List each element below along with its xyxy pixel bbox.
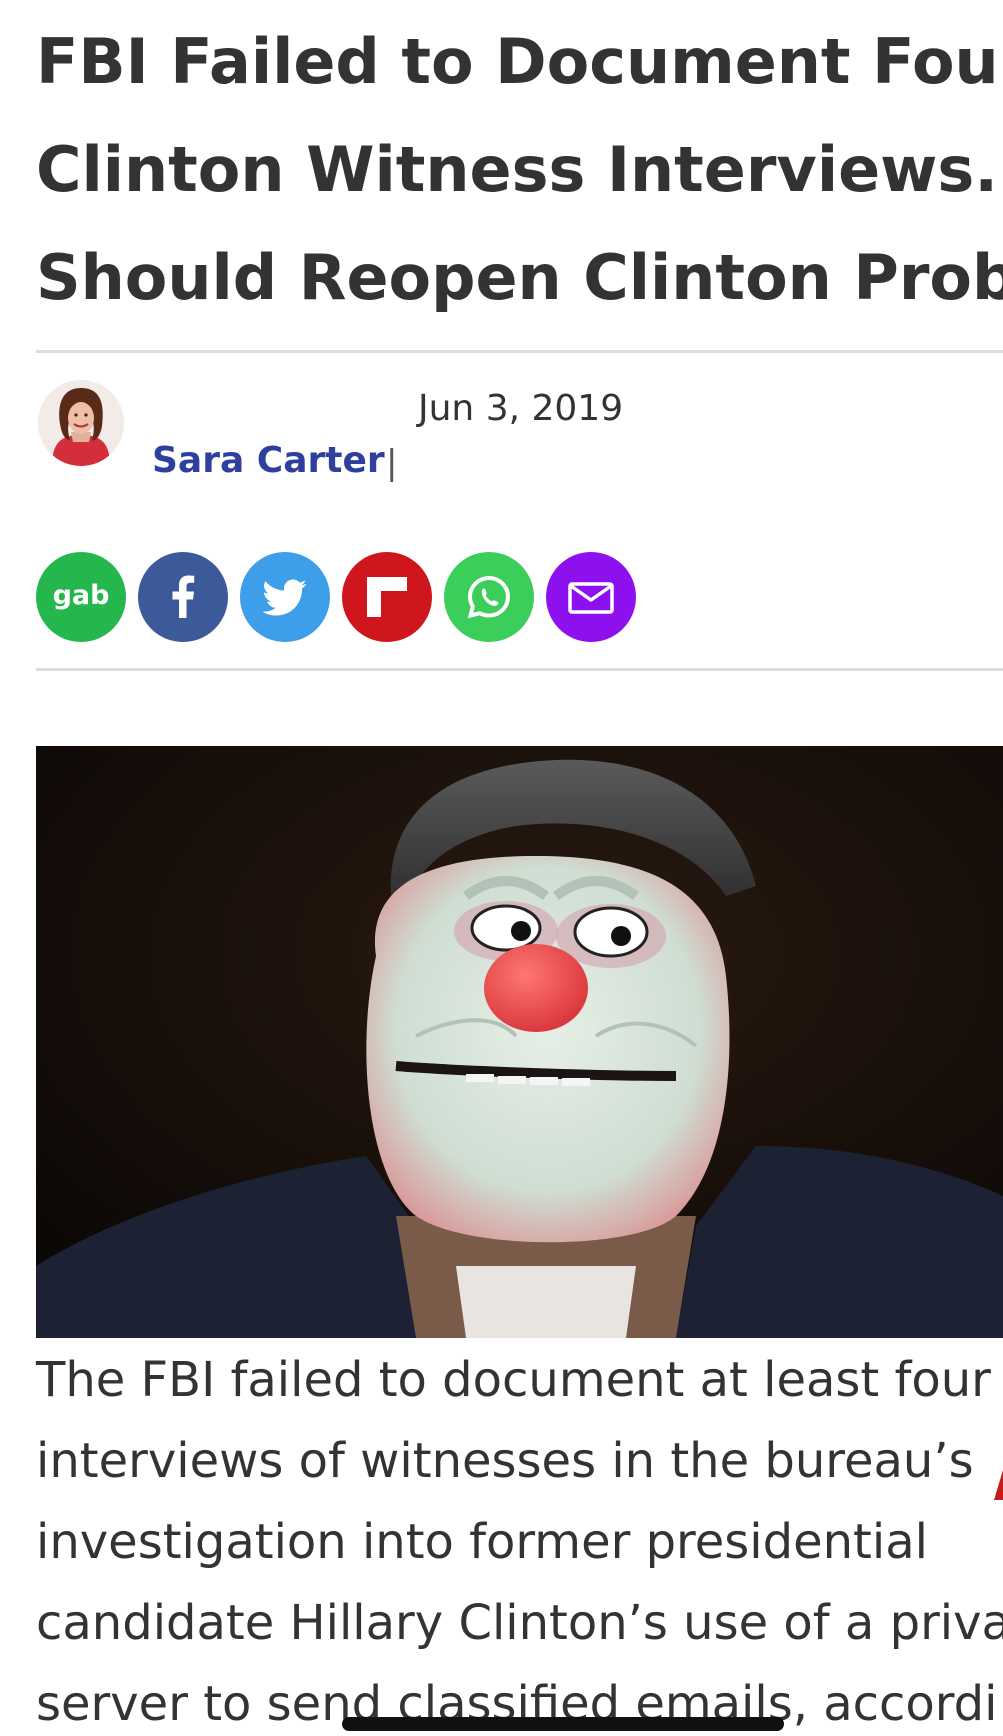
ad-edge-marker	[994, 1470, 1003, 1500]
share-email-button[interactable]	[546, 552, 636, 642]
share-whatsapp-button[interactable]	[444, 552, 534, 642]
flipboard-icon	[367, 577, 407, 617]
publish-date: Jun 3, 2019	[418, 388, 624, 429]
puppet-face-image	[36, 746, 1003, 1338]
share-facebook-button[interactable]	[138, 552, 228, 642]
author-link[interactable]: Sara Carter	[152, 440, 385, 481]
twitter-bird-icon	[262, 579, 307, 616]
article-body: The FBI failed to document at least four…	[36, 1340, 1003, 1736]
share-divider	[36, 668, 1003, 671]
share-flipboard-button[interactable]	[342, 552, 432, 642]
headline-line: Should Reopen Clinton Probe.	[36, 241, 1003, 314]
header-divider	[36, 350, 1003, 353]
share-gab-button[interactable]: gab	[36, 552, 126, 642]
author-avatar[interactable]	[38, 380, 124, 466]
body-line: investigation into former presidential	[36, 1514, 928, 1570]
home-indicator[interactable]	[342, 1717, 784, 1731]
whatsapp-icon	[467, 575, 511, 619]
article-hero-image[interactable]	[36, 746, 1003, 1338]
gab-icon: gab	[53, 580, 110, 611]
envelope-icon	[568, 582, 614, 614]
headline-line: FBI Failed to Document Four	[36, 25, 1003, 98]
body-line: interviews of witnesses in the bureau’s	[36, 1433, 974, 1489]
byline-separator: |	[386, 443, 398, 483]
article-page: FBI Failed to Document Four Clinton Witn…	[0, 0, 1003, 1736]
body-line: The FBI failed to document at least four	[36, 1352, 991, 1408]
share-twitter-button[interactable]	[240, 552, 330, 642]
headline-line: Clinton Witness Interviews. Ba	[36, 133, 1003, 206]
article-headline: FBI Failed to Document Four Clinton Witn…	[36, 8, 1003, 332]
body-line: candidate Hillary Clinton’s use of a pri…	[36, 1595, 1003, 1651]
facebook-icon	[172, 575, 195, 618]
gab-label: gab	[53, 580, 110, 611]
